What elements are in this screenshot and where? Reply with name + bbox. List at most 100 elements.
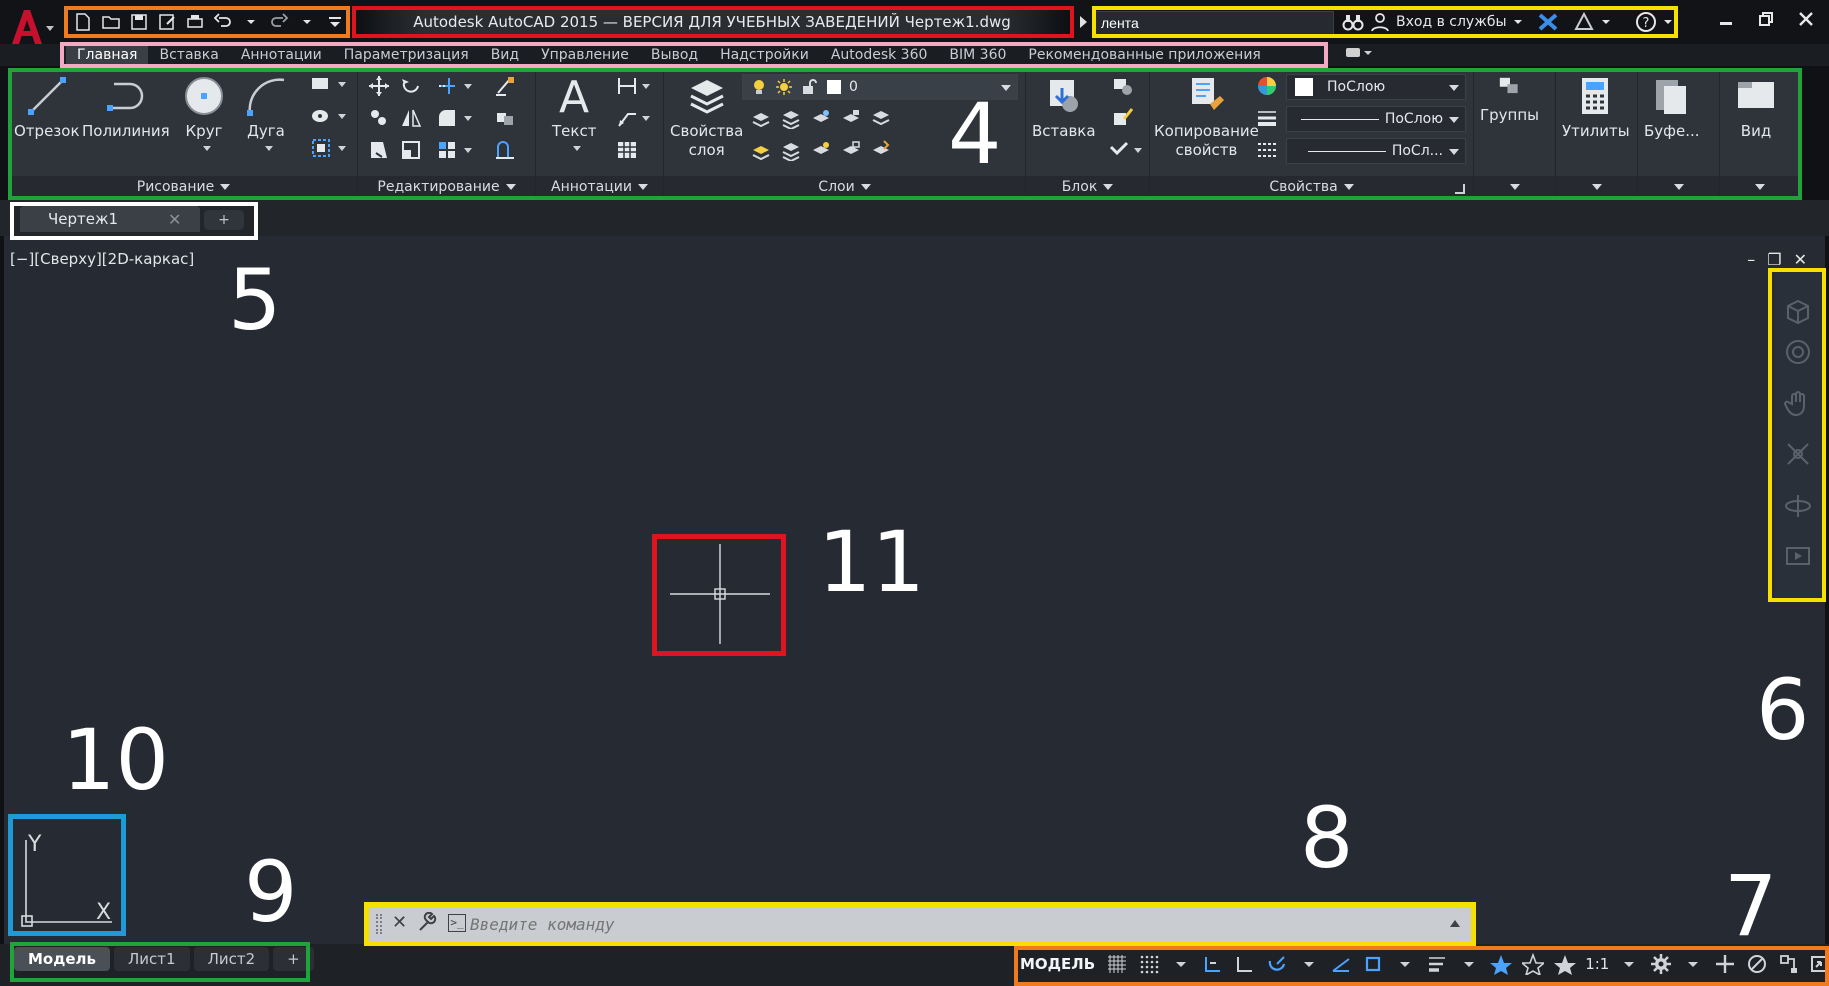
tool-explode[interactable]	[492, 106, 518, 130]
restore-button[interactable]	[1749, 6, 1783, 32]
tool-trim[interactable]	[434, 74, 460, 98]
tool-clipboard[interactable]: Буфе...	[1644, 74, 1700, 141]
annotation-scale-button[interactable]	[1551, 951, 1579, 977]
redo-dropdown[interactable]	[294, 10, 320, 34]
snap-button[interactable]	[1135, 951, 1163, 977]
close-tab-icon[interactable]: ✕	[168, 210, 181, 229]
command-line-customize-icon[interactable]	[416, 911, 438, 934]
add-layout-button[interactable]: +	[273, 947, 314, 971]
full-navigation-wheel-button[interactable]	[1784, 338, 1812, 366]
tool-layer-match[interactable]	[868, 106, 894, 130]
arc-dropdown[interactable]	[265, 146, 273, 151]
dimension-dropdown[interactable]	[642, 84, 650, 89]
signin-button[interactable]: Вход в службы	[1396, 14, 1507, 30]
tool-layer-off[interactable]	[748, 106, 774, 130]
tool-offset[interactable]	[492, 138, 518, 162]
tool-edit-attributes[interactable]	[1106, 138, 1132, 162]
panel-draw-title[interactable]: Рисование	[10, 176, 357, 198]
leader-dropdown[interactable]	[642, 116, 650, 121]
tab-home[interactable]: Главная	[66, 44, 149, 66]
showmotion-button[interactable]	[1784, 542, 1812, 570]
panel-modify-title[interactable]: Редактирование	[358, 176, 535, 198]
minimize-button[interactable]	[1709, 6, 1743, 32]
tool-layer-unlock[interactable]	[838, 138, 864, 162]
tool-move[interactable]	[366, 74, 392, 98]
panel-block-title[interactable]: Блок	[1026, 176, 1149, 198]
array-dropdown[interactable]	[464, 148, 472, 153]
save-button[interactable]	[126, 10, 152, 34]
tab-bim-360[interactable]: BIM 360	[938, 44, 1017, 66]
command-line-grip-icon[interactable]	[376, 914, 382, 934]
tool-erase[interactable]	[492, 74, 518, 98]
tool-mirror[interactable]	[398, 106, 424, 130]
tab-annotate[interactable]: Аннотации	[230, 44, 333, 66]
tab-addins[interactable]: Надстройки	[709, 44, 820, 66]
zoom-extents-button[interactable]	[1784, 440, 1812, 468]
panel-properties-title[interactable]: Свойства	[1150, 176, 1473, 198]
polar-button[interactable]	[1263, 951, 1291, 977]
chevron-down-icon[interactable]	[1601, 17, 1611, 27]
hardware-acceleration-button[interactable]	[1775, 951, 1803, 977]
tool-groups[interactable]: Группы	[1480, 74, 1539, 125]
panel-utilities-title[interactable]	[1556, 176, 1637, 198]
tool-layer-freeze[interactable]	[808, 106, 834, 130]
tab-manage[interactable]: Управление	[530, 44, 640, 66]
panel-annotation-title[interactable]: Аннотации	[536, 176, 663, 198]
new-file-button[interactable]	[70, 10, 96, 34]
tool-hatch[interactable]	[308, 104, 334, 128]
exchange-apps-icon[interactable]	[1537, 12, 1559, 32]
tool-insert-block[interactable]: Вставка	[1032, 74, 1096, 141]
tool-utilities[interactable]: Утилиты	[1562, 74, 1630, 141]
grid-button[interactable]	[1103, 951, 1131, 977]
model-space-toggle[interactable]: МОДЕЛЬ	[1016, 955, 1099, 973]
pan-button[interactable]	[1784, 390, 1812, 418]
auto-scale-button[interactable]	[1519, 951, 1547, 977]
isometric-drafting-button[interactable]	[1327, 951, 1355, 977]
tool-rotate[interactable]	[398, 74, 424, 98]
tool-view[interactable]: Вид	[1734, 74, 1778, 141]
search-input[interactable]	[1094, 11, 1334, 35]
array-dropdown[interactable]	[338, 146, 346, 151]
tool-layer-thaw[interactable]	[808, 138, 834, 162]
user-icon[interactable]	[1370, 12, 1390, 32]
rectangle-dropdown[interactable]	[338, 82, 346, 87]
tab-layout2[interactable]: Лист2	[193, 947, 270, 971]
panel-groups-title[interactable]	[1474, 176, 1555, 198]
tab-parametric[interactable]: Параметризация	[333, 44, 480, 66]
tool-scale[interactable]	[398, 138, 424, 162]
open-file-button[interactable]	[98, 10, 124, 34]
tab-featured-apps[interactable]: Рекомендованные приложения	[1017, 44, 1271, 66]
tool-polyline[interactable]: Полилиния	[82, 74, 170, 141]
binoculars-icon[interactable]	[1342, 12, 1364, 32]
tool-edit-block[interactable]	[1110, 106, 1136, 130]
snap-dropdown[interactable]	[1167, 951, 1195, 977]
orbit-button[interactable]	[1784, 492, 1812, 520]
tool-rectangle[interactable]	[308, 72, 334, 96]
ortho-button[interactable]	[1231, 951, 1259, 977]
undo-dropdown[interactable]	[238, 10, 264, 34]
infer-constraints-button[interactable]	[1199, 951, 1227, 977]
tab-insert[interactable]: Вставка	[148, 44, 229, 66]
annotation-scale-value[interactable]: 1:1	[1583, 955, 1611, 973]
chevron-down-icon[interactable]	[1663, 17, 1673, 27]
tool-create-block[interactable]	[1110, 74, 1136, 98]
autodesk-360-icon[interactable]	[1573, 12, 1595, 32]
chevron-down-icon[interactable]	[1513, 17, 1523, 27]
tool-leader[interactable]	[614, 106, 640, 130]
tool-stretch[interactable]	[366, 138, 392, 162]
tab-layout1[interactable]: Лист1	[114, 947, 190, 971]
tab-autodesk-360[interactable]: Autodesk 360	[820, 44, 939, 66]
plot-button[interactable]	[182, 10, 208, 34]
isolate-objects-button[interactable]	[1743, 951, 1771, 977]
new-tab-button[interactable]: +	[204, 210, 244, 230]
viewport-controls-label[interactable]: [−][Сверху][2D-каркас]	[10, 250, 194, 268]
title-expand-arrow[interactable]	[1080, 16, 1087, 28]
tool-array[interactable]	[308, 136, 334, 160]
lineweight-button[interactable]	[1423, 951, 1451, 977]
tab-model[interactable]: Модель	[14, 947, 110, 971]
tool-layer-merge[interactable]	[868, 138, 894, 162]
close-icon[interactable]: ✕	[1794, 250, 1807, 269]
text-dropdown[interactable]	[573, 146, 581, 151]
panel-clipboard-title[interactable]	[1638, 176, 1719, 198]
tool-circle[interactable]: Круг	[182, 74, 226, 141]
